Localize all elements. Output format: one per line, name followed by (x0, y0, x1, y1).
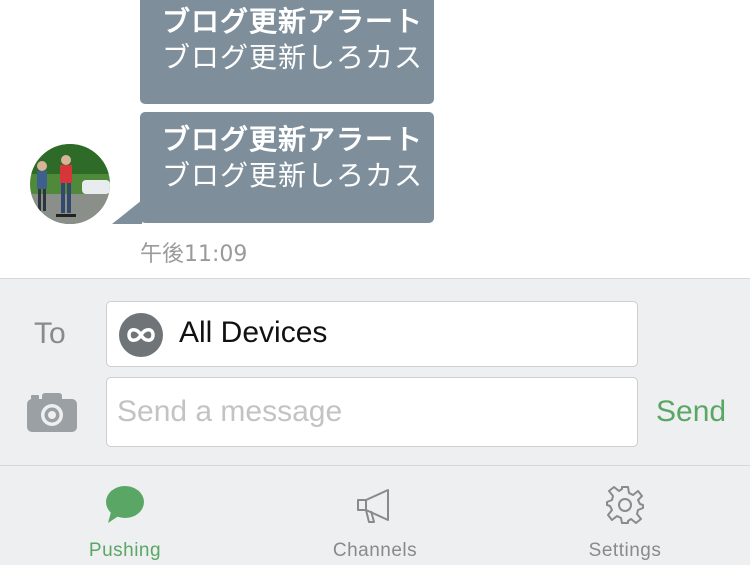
tab-label: Pushing (88, 540, 162, 561)
tab-label: Settings (588, 540, 662, 561)
tab-bar: Pushing Channels Settings (0, 466, 750, 565)
chat-thread: ブログ更新アラート ブログ更新しろカス ブログ更新アラート ブログ更新しろカス … (0, 0, 750, 278)
message-input[interactable] (106, 377, 638, 447)
message-body: ブログ更新しろカス (162, 41, 424, 74)
composer-panel: To All Devices Send (0, 278, 750, 466)
recipient-value: All Devices (179, 316, 328, 349)
tab-settings[interactable]: Settings (500, 466, 750, 565)
avatar[interactable] (30, 144, 110, 224)
camera-icon[interactable] (26, 391, 78, 433)
message-bubble[interactable]: ブログ更新アラート ブログ更新しろカス (140, 0, 434, 104)
message-timestamp: 午後11:09 (140, 242, 248, 267)
message-title: ブログ更新アラート (162, 5, 424, 38)
tab-label: Channels (332, 540, 418, 561)
megaphone-icon (354, 484, 396, 526)
tab-channels[interactable]: Channels (250, 466, 500, 565)
message-body: ブログ更新しろカス (162, 159, 424, 192)
to-label: To (34, 317, 66, 350)
infinity-icon (119, 313, 163, 357)
message-title: ブログ更新アラート (162, 123, 424, 156)
recipient-selector[interactable]: All Devices (106, 301, 638, 367)
avatar-photo (30, 144, 110, 224)
send-button[interactable]: Send (656, 395, 726, 429)
bubble-tail (112, 200, 142, 224)
speech-bubble-icon (104, 484, 146, 526)
tab-pushing[interactable]: Pushing (0, 466, 250, 565)
message-bubble[interactable]: ブログ更新アラート ブログ更新しろカス (140, 112, 434, 223)
gear-icon (604, 484, 646, 526)
